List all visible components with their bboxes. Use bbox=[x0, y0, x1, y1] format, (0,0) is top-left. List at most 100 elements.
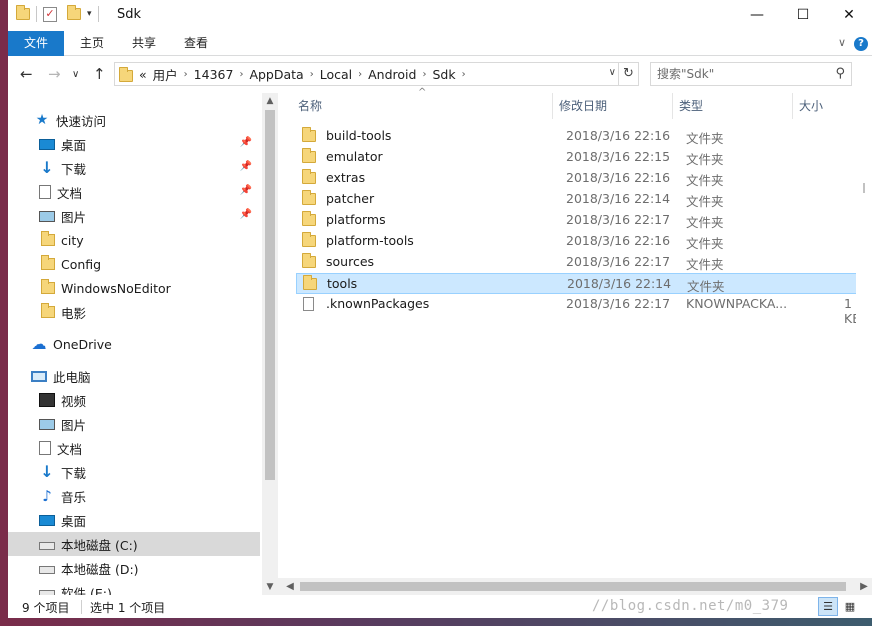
drive-icon bbox=[39, 541, 55, 550]
column-header-type[interactable]: 类型 bbox=[679, 93, 703, 119]
sidebar-item-downloads[interactable]: ↓ 下载 📌 bbox=[8, 156, 260, 180]
expand-ribbon-chevron-icon[interactable]: ∨ bbox=[838, 36, 846, 49]
file-row[interactable]: sources 2018/3/16 22:17 文件夹 bbox=[296, 252, 872, 273]
chevron-right-icon[interactable]: › bbox=[184, 69, 188, 80]
customize-toolbar-chevron-icon[interactable]: ▾ bbox=[87, 9, 92, 19]
file-row[interactable]: .knownPackages 2018/3/16 22:17 KNOWNPACK… bbox=[296, 294, 872, 326]
file-row[interactable]: emulator 2018/3/16 22:15 文件夹 bbox=[296, 147, 872, 168]
sidebar-item-pc-desktop[interactable]: 桌面 bbox=[8, 508, 260, 532]
scroll-right-icon[interactable]: ▶ bbox=[856, 578, 872, 595]
file-list-scrollbar[interactable] bbox=[856, 93, 872, 578]
column-divider[interactable] bbox=[672, 93, 673, 119]
maximize-button[interactable]: ☐ bbox=[780, 0, 826, 31]
breadcrumb: « 用户 › 14367 › AppData › Local › Android… bbox=[139, 65, 466, 84]
address-bar[interactable]: « 用户 › 14367 › AppData › Local › Android… bbox=[114, 62, 639, 86]
column-header-size[interactable]: 大小 bbox=[799, 93, 823, 119]
tab-view[interactable]: 查看 bbox=[176, 31, 216, 56]
sidebar-item-drive-d[interactable]: 本地磁盘 (D:) bbox=[8, 556, 260, 580]
sidebar-item-pc-pictures[interactable]: 图片 bbox=[8, 412, 260, 436]
sidebar-item-drive-c[interactable]: 本地磁盘 (C:) bbox=[8, 532, 260, 556]
file-row[interactable]: patcher 2018/3/16 22:14 文件夹 bbox=[296, 189, 872, 210]
item-count: 9 个项目 bbox=[22, 601, 70, 615]
scrollbar-thumb[interactable] bbox=[863, 183, 865, 193]
nav-pane-scrollbar[interactable]: ▲ ▼ bbox=[262, 93, 278, 595]
chevron-right-icon[interactable]: › bbox=[422, 69, 426, 80]
properties-icon[interactable]: ✓ bbox=[43, 6, 57, 22]
sidebar-item-desktop[interactable]: 桌面 📌 bbox=[8, 132, 260, 156]
sidebar-item-onedrive[interactable]: ☁ OneDrive bbox=[8, 332, 260, 356]
recent-locations-chevron-icon[interactable]: ∨ bbox=[72, 69, 79, 80]
column-divider[interactable] bbox=[552, 93, 553, 119]
scrollbar-thumb[interactable] bbox=[265, 110, 275, 480]
large-icons-view-icon[interactable]: ▦ bbox=[840, 597, 860, 616]
file-row[interactable]: build-tools 2018/3/16 22:16 文件夹 bbox=[296, 126, 872, 147]
sidebar-item-config[interactable]: Config bbox=[8, 252, 260, 276]
scroll-down-icon[interactable]: ▼ bbox=[262, 579, 278, 595]
sidebar-item-windowsnoeditor[interactable]: WindowsNoEditor bbox=[8, 276, 260, 300]
details-view-icon[interactable]: ☰ bbox=[818, 597, 838, 616]
column-header-date[interactable]: 修改日期 bbox=[559, 93, 607, 119]
sidebar-item-this-pc[interactable]: 此电脑 bbox=[8, 364, 260, 388]
chevron-right-icon[interactable]: › bbox=[358, 69, 362, 80]
sidebar-item-videos[interactable]: 视频 bbox=[8, 388, 260, 412]
sidebar-item-documents[interactable]: 文档 📌 bbox=[8, 180, 260, 204]
file-row[interactable]: platforms 2018/3/16 22:17 文件夹 bbox=[296, 210, 872, 231]
chevron-right-icon[interactable]: › bbox=[310, 69, 314, 80]
folder-icon bbox=[41, 303, 55, 318]
horizontal-scrollbar[interactable]: ◀ ▶ bbox=[278, 578, 872, 595]
sidebar-item-movies[interactable]: 电影 bbox=[8, 300, 260, 324]
folder-icon bbox=[41, 279, 55, 294]
folder-icon bbox=[16, 5, 30, 20]
sidebar-item-pictures[interactable]: 图片 📌 bbox=[8, 204, 260, 228]
sidebar-item-label: 下载 bbox=[61, 465, 87, 481]
sidebar-item-quick-access[interactable]: ★ 快速访问 bbox=[8, 108, 260, 132]
chevron-right-icon[interactable]: › bbox=[239, 69, 243, 80]
pin-icon[interactable]: 📌 bbox=[240, 137, 252, 148]
chevron-right-icon[interactable]: › bbox=[462, 69, 466, 80]
tab-share[interactable]: 共享 bbox=[124, 31, 164, 56]
selection-count: 选中 1 个项目 bbox=[90, 601, 166, 615]
file-row-selected[interactable]: tools 2018/3/16 22:14 文件夹 bbox=[296, 273, 872, 294]
column-header-name[interactable]: 名称 bbox=[298, 93, 322, 119]
sidebar-item-city[interactable]: city bbox=[8, 228, 260, 252]
breadcrumb-item[interactable]: 14367 bbox=[194, 67, 234, 82]
scroll-up-icon[interactable]: ▲ bbox=[262, 93, 278, 109]
sidebar-item-pc-documents[interactable]: 文档 bbox=[8, 436, 260, 460]
scroll-left-icon[interactable]: ◀ bbox=[282, 578, 298, 595]
pin-icon[interactable]: 📌 bbox=[240, 209, 252, 220]
forward-arrow-icon[interactable]: → bbox=[48, 65, 61, 83]
address-history-chevron-icon[interactable]: ∨ bbox=[609, 67, 616, 78]
sidebar-item-pc-downloads[interactable]: ↓ 下载 bbox=[8, 460, 260, 484]
breadcrumb-overflow[interactable]: « bbox=[139, 67, 147, 82]
tab-file[interactable]: 文件 bbox=[8, 31, 64, 56]
close-button[interactable]: ✕ bbox=[826, 0, 872, 31]
new-folder-icon[interactable] bbox=[67, 5, 81, 20]
scrollbar-thumb[interactable] bbox=[300, 582, 846, 591]
file-row[interactable]: extras 2018/3/16 22:16 文件夹 bbox=[296, 168, 872, 189]
column-divider[interactable] bbox=[792, 93, 793, 119]
minimize-button[interactable]: — bbox=[734, 0, 780, 31]
help-icon[interactable]: ? bbox=[854, 37, 868, 51]
up-arrow-icon[interactable]: ↑ bbox=[93, 65, 106, 83]
file-type: 文件夹 bbox=[686, 236, 724, 251]
cloud-icon: ☁ bbox=[31, 335, 47, 353]
breadcrumb-item[interactable]: AppData bbox=[249, 67, 303, 82]
search-icon[interactable]: ⚲ bbox=[835, 63, 845, 85]
refresh-icon[interactable]: ↻ bbox=[618, 63, 638, 85]
folder-icon bbox=[303, 275, 317, 290]
sidebar-item-drive-e[interactable]: 软件 (E:) bbox=[8, 580, 260, 595]
breadcrumb-item[interactable]: Android bbox=[368, 67, 416, 82]
back-arrow-icon[interactable]: ← bbox=[20, 65, 33, 83]
breadcrumb-item[interactable]: Local bbox=[320, 67, 352, 82]
tab-home[interactable]: 主页 bbox=[72, 31, 112, 56]
pin-icon[interactable]: 📌 bbox=[240, 185, 252, 196]
file-date: 2018/3/16 22:17 bbox=[566, 254, 671, 269]
sidebar-item-label: 图片 bbox=[61, 209, 87, 225]
breadcrumb-item[interactable]: 用户 bbox=[153, 65, 178, 84]
sidebar-item-music[interactable]: ♪ 音乐 bbox=[8, 484, 260, 508]
pin-icon[interactable]: 📌 bbox=[240, 161, 252, 172]
sidebar-item-label: city bbox=[61, 232, 84, 248]
search-input[interactable]: 搜索"Sdk" ⚲ bbox=[650, 62, 852, 86]
breadcrumb-item[interactable]: Sdk bbox=[432, 67, 455, 82]
file-row[interactable]: platform-tools 2018/3/16 22:16 文件夹 bbox=[296, 231, 872, 252]
